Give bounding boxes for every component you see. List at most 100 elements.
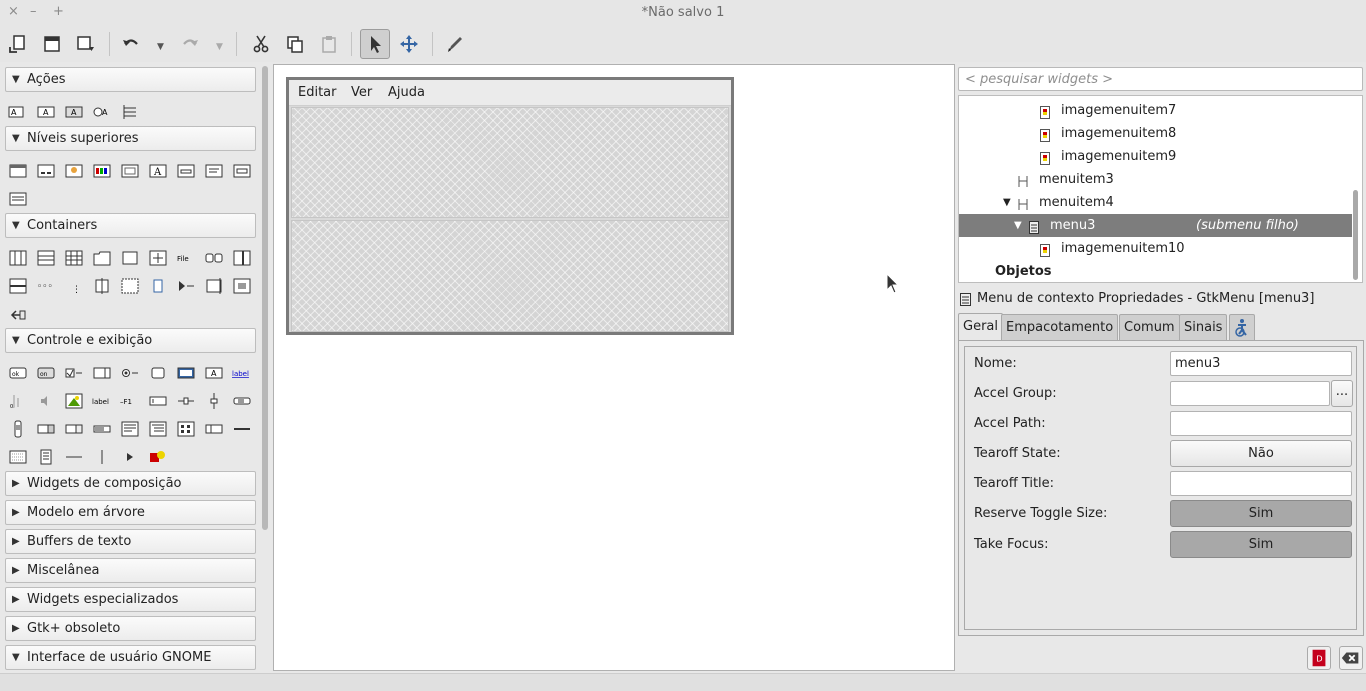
redo-icon[interactable]: [175, 29, 205, 59]
take-focus-toggle[interactable]: Sim: [1170, 531, 1352, 558]
fixed-icon[interactable]: [148, 249, 168, 267]
palette-category-widgets-especializados[interactable]: ▶ Widgets especializados: [5, 587, 256, 612]
label-widget-icon[interactable]: label: [92, 392, 112, 410]
alignment-icon[interactable]: [232, 277, 252, 295]
tree-scrollbar[interactable]: [1353, 190, 1358, 280]
vpaned-icon[interactable]: [8, 277, 28, 295]
vseparator-icon[interactable]: [92, 448, 112, 466]
table-icon[interactable]: [64, 249, 84, 267]
undo-dropdown-icon[interactable]: ▼: [157, 42, 164, 52]
toggle-action-icon[interactable]: A: [36, 103, 56, 121]
tree-row-selected[interactable]: ▼ menu3 (submenu filho): [959, 214, 1352, 237]
tree-row[interactable]: ▼ menuitem4: [959, 191, 1352, 214]
vscrollbar-icon[interactable]: [8, 420, 28, 438]
palette-category-miscelanea[interactable]: ▶ Miscelânea: [5, 558, 256, 583]
accel-group-field[interactable]: [1170, 381, 1330, 406]
tree-row[interactable]: imagemenuitem8: [959, 122, 1352, 145]
tool-palette-icon[interactable]: [204, 420, 224, 438]
file-chooser-button-icon[interactable]: File: [176, 249, 196, 267]
tearoff-state-toggle[interactable]: Não: [1170, 440, 1352, 467]
palette-scrollbar[interactable]: [262, 66, 268, 530]
palette-category-containers[interactable]: ▼ Containers: [5, 213, 256, 238]
redo-dropdown-icon[interactable]: ▼: [216, 42, 223, 52]
action-widget-icon[interactable]: A: [8, 103, 28, 121]
hscrollbar-icon[interactable]: [232, 392, 252, 410]
color-dialog-icon[interactable]: [92, 162, 112, 180]
label-a-icon[interactable]: A: [204, 364, 224, 382]
placeholder-slot[interactable]: [291, 107, 729, 218]
menu-ajuda[interactable]: Ajuda: [388, 85, 425, 100]
check-button-icon[interactable]: [64, 364, 84, 382]
menubar-icon[interactable]: ◦◦◦: [36, 277, 56, 295]
calendar-icon[interactable]: [8, 448, 28, 466]
expander-arrow-icon[interactable]: ▼: [1003, 191, 1011, 214]
recent-chooser-dialog-icon[interactable]: [232, 162, 252, 180]
radio-action-icon[interactable]: A: [64, 103, 84, 121]
aspect-frame-icon[interactable]: [8, 305, 28, 323]
toolbar-widget-icon[interactable]: ⋮: [64, 277, 84, 295]
font-dialog-icon[interactable]: A: [148, 162, 168, 180]
scale-button-icon[interactable]: 0.: [8, 392, 28, 410]
accel-label-icon[interactable]: –F1: [120, 392, 140, 410]
vbox-icon[interactable]: [36, 249, 56, 267]
arrow-icon[interactable]: [120, 448, 140, 466]
recent-action-icon[interactable]: A: [92, 103, 112, 121]
placeholder-slot[interactable]: [291, 220, 729, 332]
vscale-icon[interactable]: [204, 392, 224, 410]
text-view-icon[interactable]: [120, 420, 140, 438]
link-button-icon[interactable]: label: [232, 364, 252, 382]
docs-icon[interactable]: D: [1307, 646, 1331, 670]
handle-box-icon[interactable]: [92, 277, 112, 295]
reserve-toggle-size-toggle[interactable]: Sim: [1170, 500, 1352, 527]
tree-row[interactable]: imagemenuitem7: [959, 99, 1352, 122]
tab-accessibility[interactable]: [1229, 314, 1255, 340]
text-entry-icon[interactable]: [148, 392, 168, 410]
palette-category-niveis-superiores[interactable]: ▼ Níveis superiores: [5, 126, 256, 151]
image-widget-icon[interactable]: [64, 392, 84, 410]
progress-bar-icon[interactable]: [92, 420, 112, 438]
search-input[interactable]: [959, 68, 1362, 90]
viewport-icon[interactable]: [148, 277, 168, 295]
menu-ver[interactable]: Ver: [351, 85, 372, 100]
expander-arrow-icon[interactable]: ▼: [1014, 214, 1022, 237]
scrolled-window-icon[interactable]: [120, 277, 140, 295]
separator-line-icon[interactable]: [64, 448, 84, 466]
paste-icon[interactable]: [314, 29, 344, 59]
clear-icon[interactable]: [1339, 646, 1363, 670]
about-dialog-icon[interactable]: [64, 162, 84, 180]
file-chooser-widget-icon[interactable]: [148, 364, 168, 382]
tree-view-icon[interactable]: [148, 420, 168, 438]
event-box-icon[interactable]: [204, 277, 224, 295]
radio-button-icon[interactable]: [120, 364, 140, 382]
input-dialog-icon[interactable]: [176, 162, 196, 180]
palette-category-acoes[interactable]: ▼ Ações: [5, 67, 256, 92]
combo-box-icon[interactable]: [36, 420, 56, 438]
name-field[interactable]: menu3: [1170, 351, 1352, 376]
notebook-icon[interactable]: [92, 249, 112, 267]
save-icon[interactable]: [71, 29, 101, 59]
tab-empacotamento[interactable]: Empacotamento: [1001, 314, 1119, 340]
drag-resize-icon[interactable]: [394, 29, 424, 59]
palette-category-gtk-obsoleto[interactable]: ▶ Gtk+ obsoleto: [5, 616, 256, 641]
tree-row-objetos[interactable]: Objetos: [959, 260, 1352, 282]
menu-editar[interactable]: Editar: [298, 85, 337, 100]
paned-icon[interactable]: [232, 249, 252, 267]
copy-icon[interactable]: [280, 29, 310, 59]
new-file-icon[interactable]: [3, 29, 33, 59]
window-widget-icon[interactable]: [8, 162, 28, 180]
assistant-widget-icon[interactable]: [8, 190, 28, 208]
tab-geral[interactable]: Geral: [958, 313, 1003, 341]
tearoff-title-field[interactable]: [1170, 471, 1352, 496]
entry-icon[interactable]: [176, 364, 196, 382]
palette-category-buffers-texto[interactable]: ▶ Buffers de texto: [5, 529, 256, 554]
cut-icon[interactable]: [246, 29, 276, 59]
select-pointer-icon[interactable]: [360, 29, 390, 59]
hscale-icon[interactable]: [176, 392, 196, 410]
spin-button-icon[interactable]: [92, 364, 112, 382]
palette-category-controle-exibicao[interactable]: ▼ Controle e exibição: [5, 328, 256, 353]
frame-icon[interactable]: [120, 249, 140, 267]
palette-category-gnome[interactable]: ▼ Interface de usuário GNOME: [5, 645, 256, 670]
dialog-widget-icon[interactable]: [36, 162, 56, 180]
expander-icon[interactable]: [176, 277, 196, 295]
palette-category-modelo-arvore[interactable]: ▶ Modelo em árvore: [5, 500, 256, 525]
